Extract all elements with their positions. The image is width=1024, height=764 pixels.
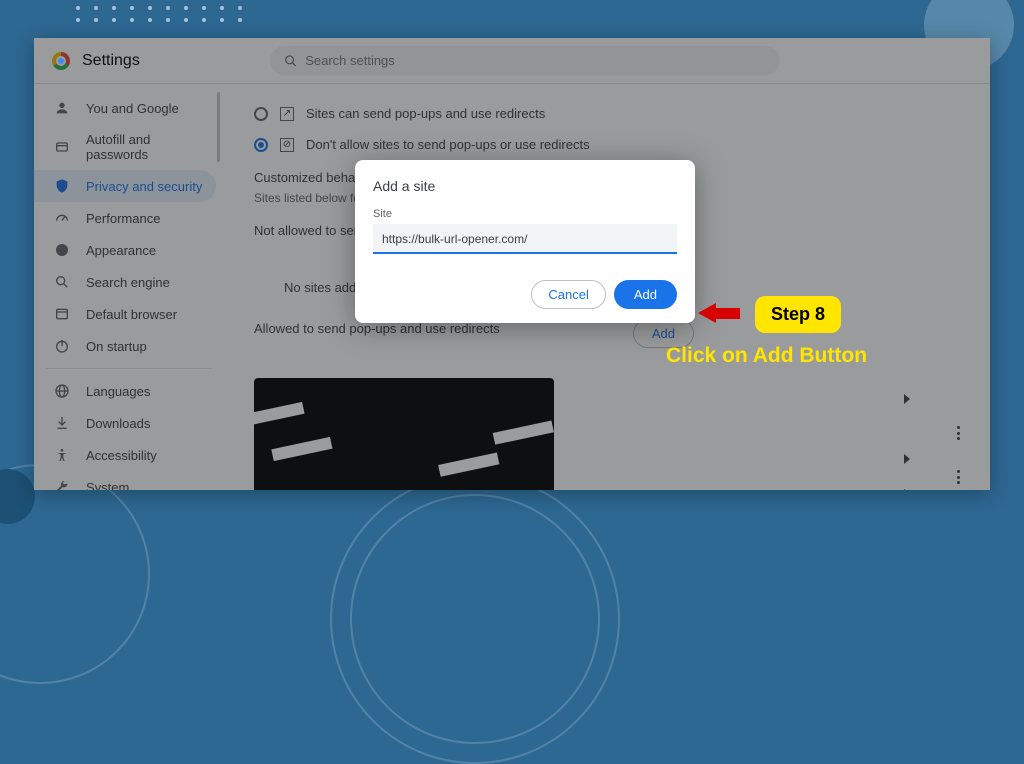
annotation-step-badge: Step 8 bbox=[755, 296, 841, 333]
add-site-modal: Add a site Site Cancel Add bbox=[355, 160, 695, 323]
site-url-input[interactable] bbox=[373, 224, 677, 254]
modal-title: Add a site bbox=[373, 178, 677, 194]
add-button[interactable]: Add bbox=[614, 280, 677, 309]
cancel-button[interactable]: Cancel bbox=[531, 280, 605, 309]
modal-field-label: Site bbox=[373, 208, 677, 220]
annotation-arrow bbox=[698, 303, 740, 323]
annotation-instruction: Click on Add Button bbox=[666, 344, 867, 368]
